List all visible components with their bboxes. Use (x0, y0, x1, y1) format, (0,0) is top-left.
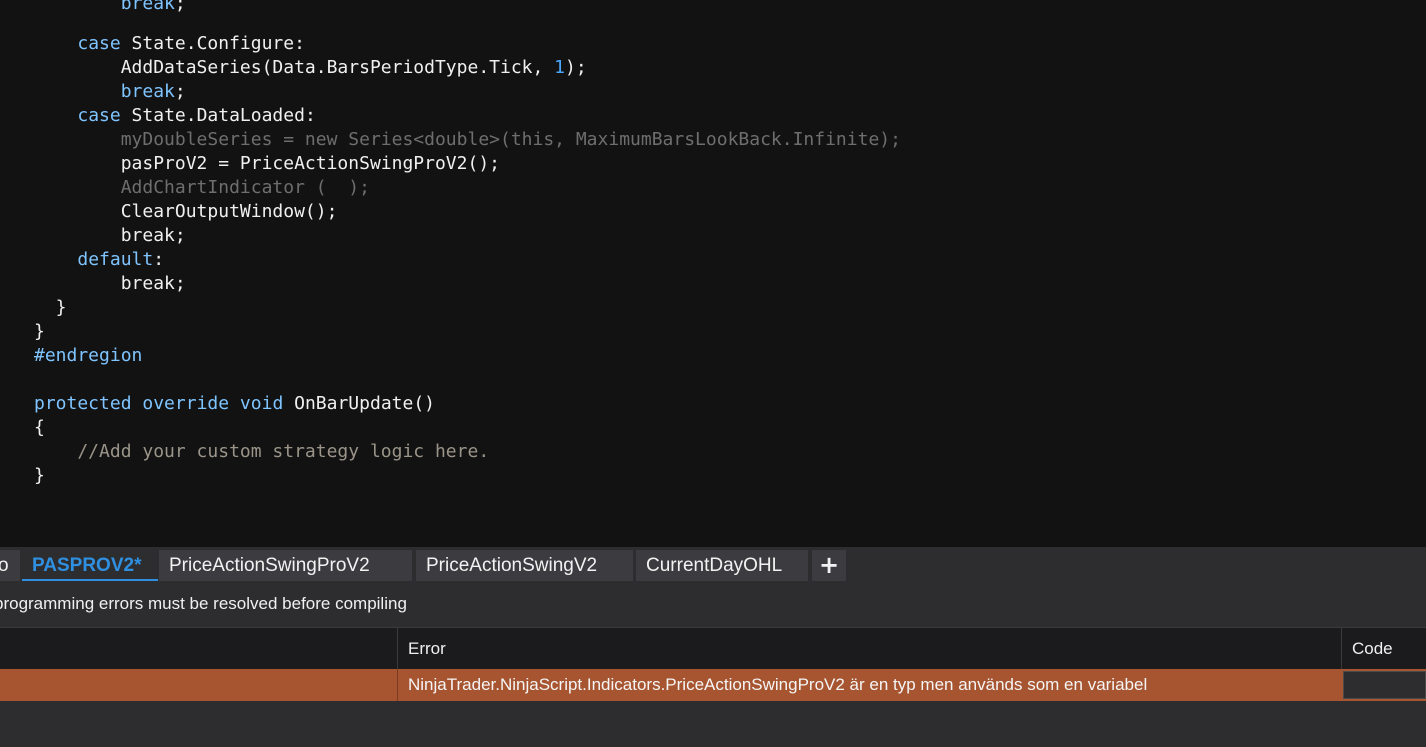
code-line: } (34, 297, 67, 318)
code-line: break; (34, 225, 186, 246)
tab-pasprov2[interactable]: PASPROV2* (22, 550, 158, 581)
code-line-inactive: AddChartIndicator ( ); (34, 177, 370, 198)
code-line: case State.DataLoaded: (77, 105, 316, 126)
code-line: } (34, 465, 45, 486)
code-line: pasProV2 = PriceActionSwingProV2(); (34, 153, 500, 174)
code-line: break; (120, 0, 186, 14)
errors-panel: programming errors must be resolved befo… (0, 586, 1426, 747)
code-line: AddDataSeries(Data.BarsPeriodType.Tick, … (34, 57, 587, 78)
file-tab-strip: o PASPROV2* PriceActionSwingProV2 PriceA… (0, 547, 1426, 586)
code-line: break; (34, 273, 186, 294)
error-code-cell (1343, 671, 1426, 699)
code-line: protected override void OnBarUpdate() (34, 393, 435, 414)
column-header-code[interactable]: Code (1341, 628, 1426, 669)
column-header-blank[interactable] (0, 628, 397, 669)
code-line: { (34, 417, 45, 438)
status-message: programming errors must be resolved befo… (0, 594, 407, 613)
add-tab-icon[interactable]: + (812, 550, 846, 581)
code-line: } (34, 321, 45, 342)
ninjascript-editor: break; case State.Configure: AddDataSeri… (0, 0, 1426, 747)
tab-partial[interactable]: o (0, 550, 20, 581)
code-line-inactive: myDoubleSeries = new Series<double>(this… (34, 129, 901, 150)
code-line: break; (120, 81, 186, 102)
code-line: ClearOutputWindow(); (34, 201, 338, 222)
code-line: case State.Configure: (77, 33, 305, 54)
code-line: #endregion (34, 345, 143, 366)
tab-priceactionswingprov2[interactable]: PriceActionSwingProV2 (159, 550, 412, 581)
code-comment: //Add your custom strategy logic here. (34, 441, 490, 462)
tab-currentdayohl[interactable]: CurrentDayOHL (636, 550, 808, 581)
column-header-error[interactable]: Error (397, 628, 1341, 669)
error-row[interactable]: NinjaTrader.NinjaScript.Indicators.Price… (0, 669, 1426, 701)
code-editor[interactable]: break; case State.Configure: AddDataSeri… (0, 0, 1426, 547)
code-line: default: (77, 249, 165, 270)
error-cell-blank (0, 669, 397, 701)
error-message-cell: NinjaTrader.NinjaScript.Indicators.Price… (397, 669, 1341, 701)
errors-grid-header: Error Code (0, 627, 1426, 669)
tab-priceactionswingv2[interactable]: PriceActionSwingV2 (416, 550, 633, 581)
